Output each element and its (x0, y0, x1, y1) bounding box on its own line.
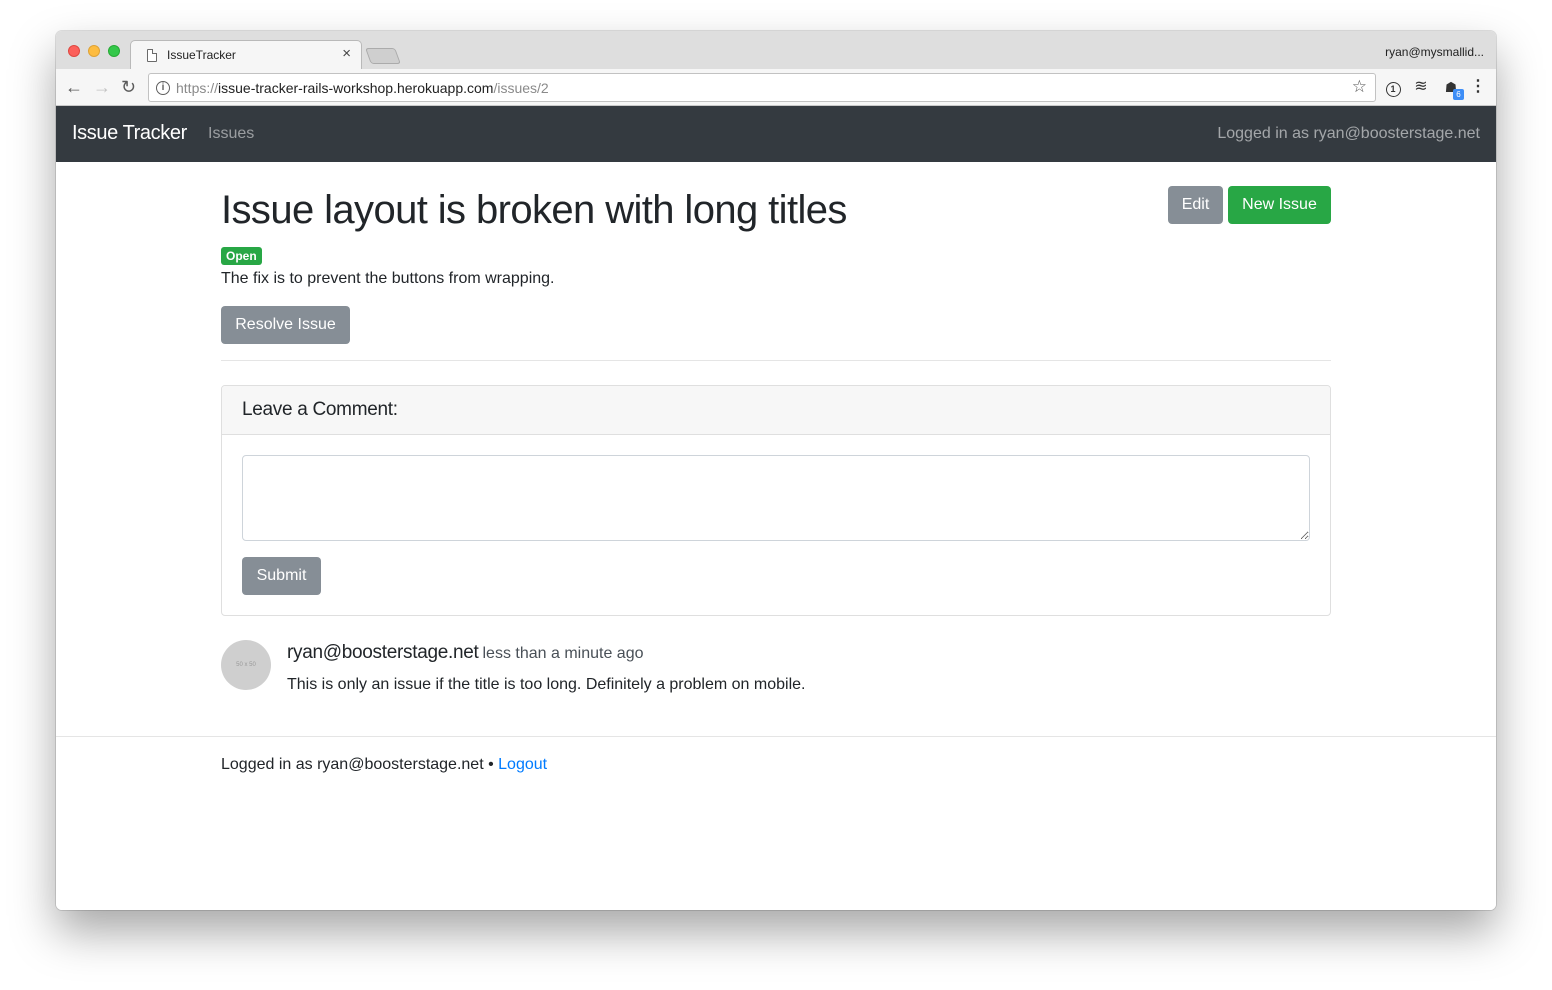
window-minimize-button[interactable] (88, 45, 100, 57)
profile-name[interactable]: ryan@mysmallid... (1385, 45, 1484, 59)
page-icon (147, 48, 157, 62)
web-page: Issue Tracker Issues Logged in as ryan@b… (56, 106, 1496, 910)
logout-link[interactable]: Logout (498, 756, 547, 773)
info-icon[interactable]: i (156, 80, 170, 95)
resolve-issue-button[interactable]: Resolve Issue (221, 306, 350, 344)
back-arrow-icon[interactable]: ← (65, 77, 83, 97)
site-navbar: Issue Tracker Issues Logged in as ryan@b… (56, 106, 1496, 162)
comment-form-header: Leave a Comment: (222, 386, 1330, 435)
submit-button[interactable]: Submit (242, 557, 321, 595)
forward-arrow-icon[interactable]: → (93, 77, 111, 97)
url-text[interactable]: https://issue-tracker-rails-workshop.her… (176, 80, 549, 96)
tab-close-icon[interactable]: × (342, 45, 351, 62)
menu-kebab-icon[interactable]: ⋮ (1469, 78, 1487, 96)
nav-link-issues[interactable]: Issues (208, 125, 254, 143)
footer-text: Logged in as ryan@boosterstage.net • (221, 756, 494, 773)
issue-title: Issue layout is broken with long titles (221, 188, 847, 232)
footer-divider (56, 736, 1496, 737)
footer: Logged in as ryan@boosterstage.net • Log… (221, 756, 547, 774)
comment-header: ryan@boosterstage.net less than a minute … (287, 642, 644, 664)
comment-time: less than a minute ago (482, 645, 644, 662)
comment-item: 50 x 50 ryan@boosterstage.net less than a… (221, 640, 1331, 700)
new-issue-button[interactable]: New Issue (1228, 186, 1331, 224)
divider (221, 360, 1331, 361)
browser-toolbar: ← → ↻ i https://issue-tracker-rails-work… (56, 69, 1496, 106)
extension-badge: 6 (1453, 89, 1464, 100)
status-badge: Open (221, 247, 262, 265)
password-manager-icon[interactable]: 1 (1384, 78, 1402, 97)
comment-form-card: Leave a Comment: Submit (221, 385, 1331, 616)
comment-textarea[interactable] (242, 455, 1310, 541)
navbar-user-text: Logged in as ryan@boosterstage.net (1217, 125, 1480, 142)
issue-description: The fix is to prevent the buttons from w… (221, 270, 555, 287)
reload-icon[interactable]: ↻ (121, 77, 136, 97)
tab-title: IssueTracker (167, 48, 236, 62)
edit-button[interactable]: Edit (1168, 186, 1223, 224)
comment-body: This is only an issue if the title is to… (287, 676, 806, 693)
window-maximize-button[interactable] (108, 45, 120, 57)
avatar: 50 x 50 (221, 640, 271, 690)
comment-author: ryan@boosterstage.net (287, 642, 479, 663)
tab-bar: IssueTracker × ryan@mysmallid... (56, 31, 1496, 69)
user-extension-icon[interactable]: ☗ 6 (1442, 78, 1464, 100)
brand-link[interactable]: Issue Tracker (72, 122, 187, 145)
new-tab-button[interactable] (365, 48, 401, 64)
browser-tab[interactable]: IssueTracker × (130, 40, 362, 69)
address-bar[interactable]: i https://issue-tracker-rails-workshop.h… (148, 73, 1376, 102)
window-close-button[interactable] (68, 45, 80, 57)
browser-window: IssueTracker × ryan@mysmallid... ← → ↻ i… (56, 31, 1496, 910)
layers-extension-icon[interactable]: ≋ (1412, 78, 1430, 96)
bookmark-star-icon[interactable]: ☆ (1352, 77, 1367, 97)
